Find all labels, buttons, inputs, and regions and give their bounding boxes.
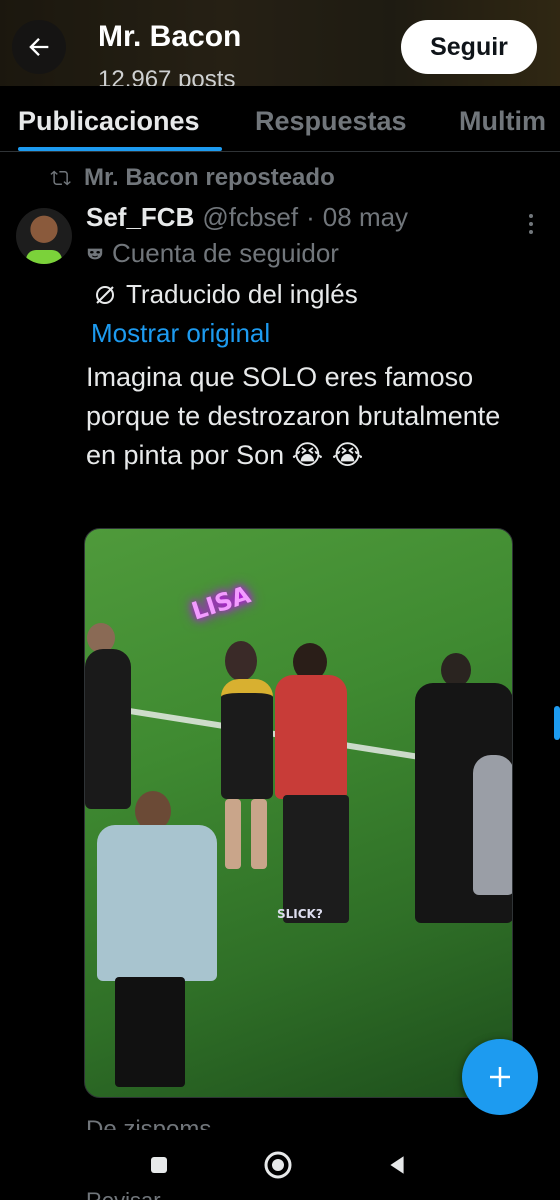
compose-button[interactable] [462,1039,538,1115]
tab-respuestas[interactable]: Respuestas [255,106,407,137]
home-circle-icon [264,1151,292,1179]
active-tab-indicator [18,147,222,151]
tab-publicaciones[interactable]: Publicaciones [18,106,200,137]
posts-count: 12.967 posts [98,66,236,86]
show-original-link[interactable]: Mostrar original [91,318,270,349]
post-video[interactable]: LISA SLICK? [84,528,513,1098]
repost-context: Mr. Bacon reposteado [50,164,335,192]
overlay-name-tag: LISA [188,580,254,626]
tab-multimedia[interactable]: Multim [459,106,546,137]
separator-dot: · [306,202,315,232]
back-button[interactable] [12,20,66,74]
recents-button[interactable] [144,1150,174,1180]
woman-figure [221,679,273,799]
post-date[interactable]: 08 may [323,202,408,233]
post-author-line: Sef_FCB @fcbsef · 08 may [86,202,408,233]
profile-header: Mr. Bacon 12.967 posts Seguir [0,0,560,86]
plus-icon [490,1067,510,1087]
square-icon [151,1157,167,1173]
back-arrow-icon [29,38,49,56]
man-legs [115,977,185,1087]
red-vest-man [275,675,347,799]
repost-icon [50,170,71,186]
translation-notice: Traducido del inglés [92,279,358,310]
post-text: Imagina que SOLO eres famoso porque te d… [86,358,536,475]
next-post-preview: Revisar [86,1188,161,1200]
spectator-head [441,653,471,687]
fan-account-text: Cuenta de seguidor [112,238,339,268]
spectator [85,649,131,809]
author-handle[interactable]: @fcbsef [202,202,298,233]
woman-leg [251,799,267,869]
fan-account-label: Cuenta de seguidor [86,238,339,269]
woman-leg [225,799,241,869]
mask-icon [87,248,103,259]
repost-label: Mr. Bacon reposteado [84,164,335,191]
spectator-jacket [473,755,512,895]
author-avatar[interactable] [16,208,72,264]
system-nav-bar [0,1130,560,1200]
scroll-indicator [554,706,560,740]
home-button[interactable] [263,1150,293,1180]
woman-head [225,641,257,681]
man-legs [283,795,349,923]
translate-icon [96,285,114,304]
more-vertical-icon[interactable] [524,212,538,236]
profile-tabs: Publicaciones Respuestas Multim [0,86,560,152]
follow-button[interactable]: Seguir [401,20,537,74]
author-name[interactable]: Sef_FCB [86,202,194,233]
man-jacket [97,825,217,981]
crying-emoji: 😭 😭 [291,440,364,471]
back-triangle-icon [390,1156,404,1174]
profile-name: Mr. Bacon [98,20,242,53]
video-watermark: SLICK? [277,907,323,921]
translated-label: Traducido del inglés [126,279,358,309]
back-nav-button[interactable] [382,1150,412,1180]
